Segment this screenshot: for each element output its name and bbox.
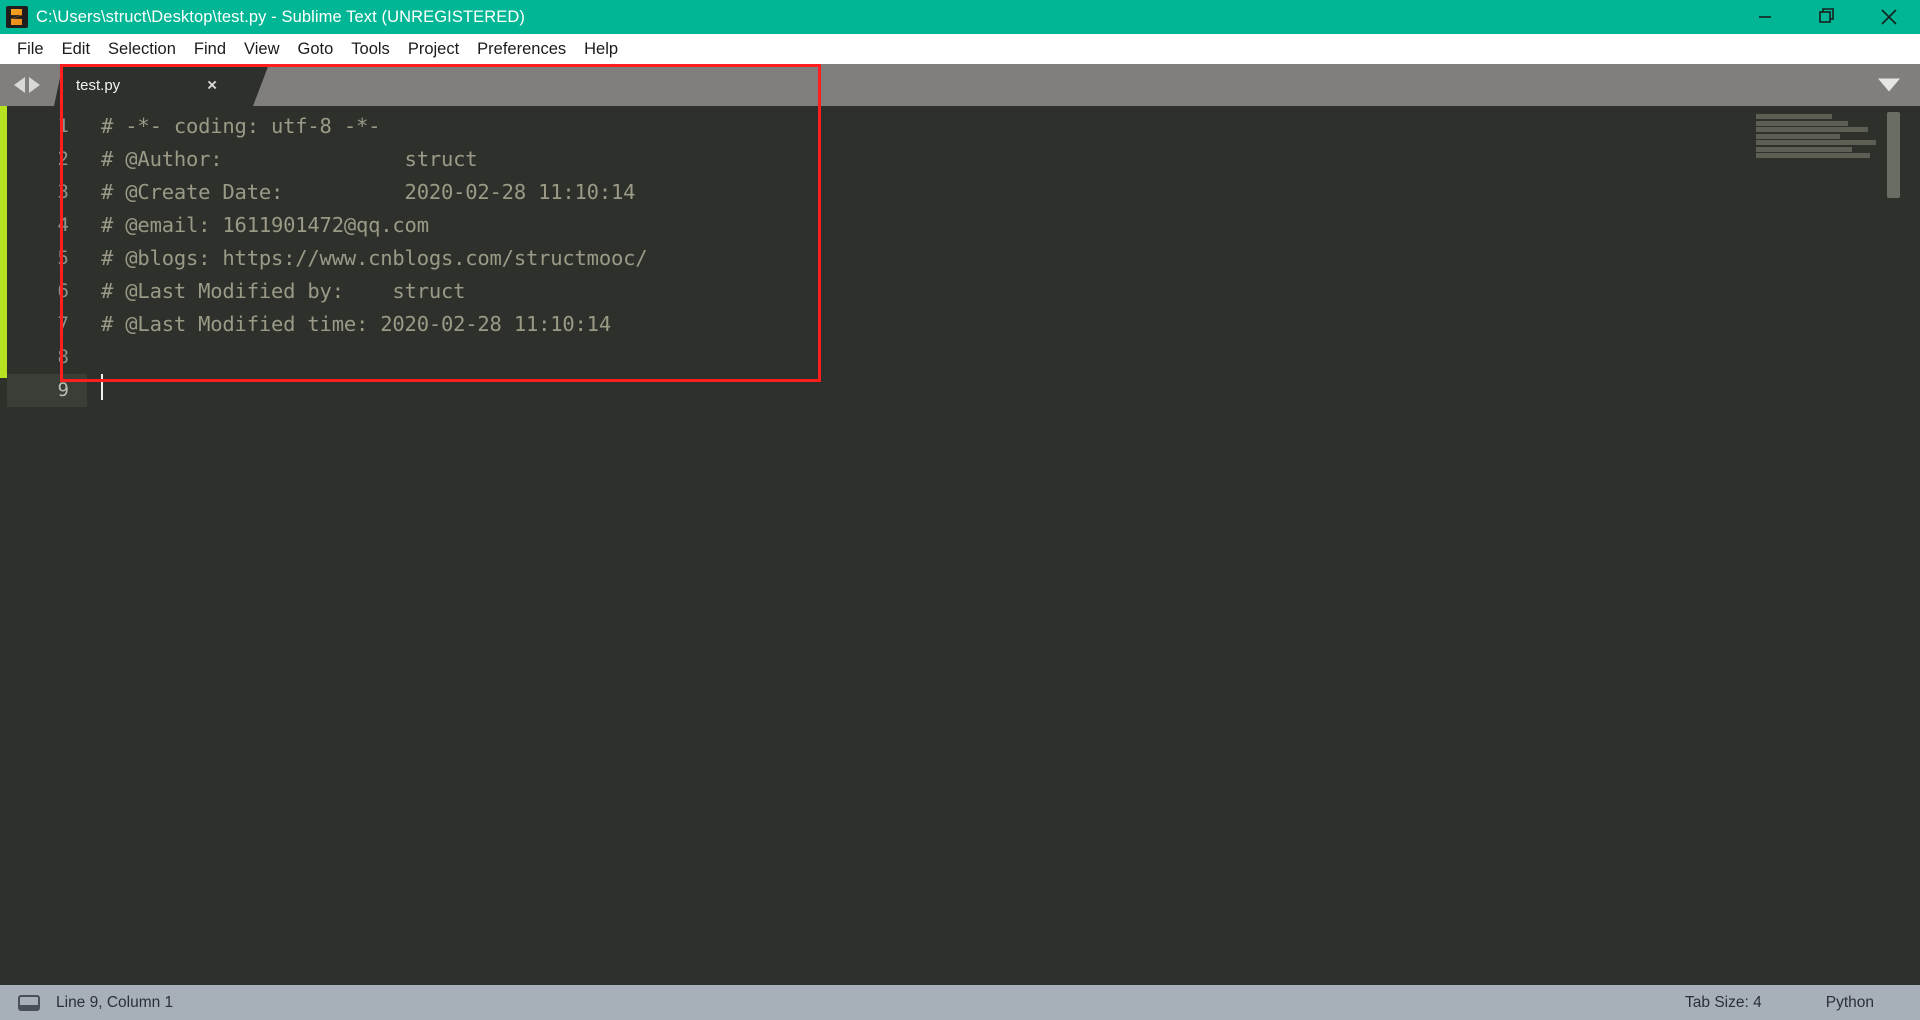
code-editor[interactable]: 1 2 3 4 5 6 7 8 9 # -*- coding: utf-8 -*…	[0, 64, 1920, 985]
minimize-button[interactable]	[1734, 0, 1796, 34]
menu-item-file[interactable]: File	[8, 38, 53, 61]
console-toggle-icon[interactable]	[18, 994, 40, 1011]
code-line: # @Create Date: 2020-02-28 11:10:14	[101, 180, 636, 204]
window-controls	[1734, 0, 1920, 34]
line-number: 2	[57, 148, 69, 170]
minimap-line	[1756, 153, 1870, 158]
prev-tab-arrow-icon[interactable]	[14, 77, 25, 93]
menu-bar: File Edit Selection Find View Goto Tools…	[0, 34, 1920, 64]
code-line: # -*- coding: utf-8 -*-	[101, 114, 381, 138]
line-number: 8	[57, 346, 69, 368]
editor-workarea: test.py × 1 2 3 4 5 6 7 8 9 # -*- coding…	[0, 64, 1920, 985]
minimap-line	[1756, 146, 1852, 152]
menu-item-view[interactable]: View	[235, 38, 288, 61]
cursor-position-status[interactable]: Line 9, Column 1	[56, 994, 173, 1012]
maximize-button[interactable]	[1796, 0, 1858, 34]
minimap-line	[1756, 114, 1832, 119]
sublime-text-window: C:\Users\struct\Desktop\test.py - Sublim…	[0, 0, 1920, 1020]
menu-item-preferences[interactable]: Preferences	[468, 38, 575, 61]
tab-label: test.py	[76, 76, 121, 94]
minimap-lines	[1752, 106, 1902, 158]
line-number: 5	[57, 247, 69, 269]
line-number: 4	[57, 214, 69, 236]
minimap-line	[1756, 140, 1876, 145]
title-bar: C:\Users\struct\Desktop\test.py - Sublim…	[0, 0, 1920, 34]
tab-test-py[interactable]: test.py ×	[54, 64, 269, 106]
vertical-scrollbar[interactable]	[1887, 112, 1900, 198]
menu-item-find[interactable]: Find	[185, 38, 235, 61]
tab-close-icon[interactable]: ×	[207, 77, 217, 94]
code-line: # @blogs: https://www.cnblogs.com/struct…	[101, 246, 648, 270]
menu-item-tools[interactable]: Tools	[342, 38, 399, 61]
close-button[interactable]	[1858, 0, 1920, 34]
minimap[interactable]	[1752, 106, 1902, 985]
status-bar-right: Tab Size: 4 Python	[1685, 994, 1920, 1012]
code-line: # @email: 1611901472@qq.com	[101, 213, 429, 237]
minimap-line	[1756, 133, 1840, 139]
gutter-accent-wrap	[0, 106, 7, 985]
menu-item-selection[interactable]: Selection	[99, 38, 185, 61]
line-number: 3	[57, 181, 69, 203]
line-number: 6	[57, 280, 69, 302]
minimap-line	[1756, 127, 1868, 132]
code-line: # @Last Modified time: 2020-02-28 11:10:…	[101, 312, 611, 336]
menu-item-help[interactable]: Help	[575, 38, 627, 61]
line-number: 1	[57, 115, 69, 137]
window-title: C:\Users\struct\Desktop\test.py - Sublim…	[36, 7, 525, 26]
line-number-active: 9	[7, 374, 87, 407]
minimap-line	[1756, 120, 1848, 126]
code-line: # @Author: struct	[101, 147, 478, 171]
line-number: 7	[57, 313, 69, 335]
tab-scroll-arrows	[0, 64, 54, 106]
status-bar: Line 9, Column 1 Tab Size: 4 Python	[0, 985, 1920, 1020]
gutter-accent-stripe	[0, 106, 7, 378]
menu-item-project[interactable]: Project	[399, 38, 468, 61]
menu-item-edit[interactable]: Edit	[53, 38, 99, 61]
tab-size-status[interactable]: Tab Size: 4	[1685, 994, 1762, 1012]
sublime-text-logo-icon	[6, 6, 28, 28]
syntax-status[interactable]: Python	[1826, 994, 1874, 1012]
text-caret	[101, 374, 103, 400]
menu-item-goto[interactable]: Goto	[289, 38, 343, 61]
tab-bar: test.py ×	[0, 64, 1920, 106]
code-content[interactable]: # -*- coding: utf-8 -*- # @Author: struc…	[87, 106, 1920, 985]
next-tab-arrow-icon[interactable]	[29, 77, 40, 93]
code-line: # @Last Modified by: struct	[101, 279, 466, 303]
line-number-gutter: 1 2 3 4 5 6 7 8 9	[7, 106, 87, 985]
chevron-down-icon[interactable]	[1878, 78, 1900, 92]
